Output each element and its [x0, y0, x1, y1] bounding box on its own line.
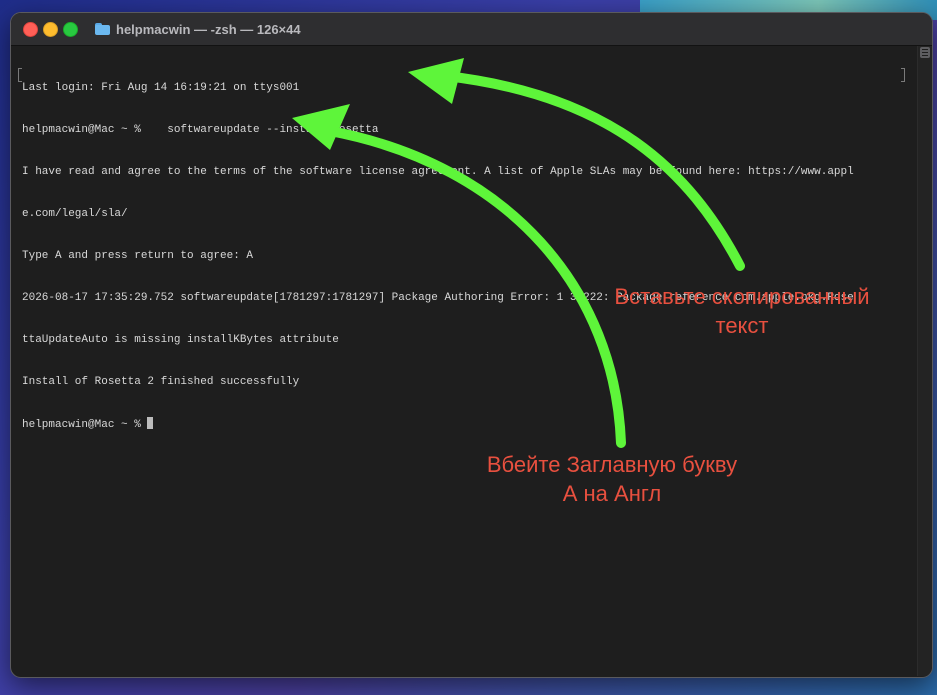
annotation-letter-line2: А на Англ [562, 481, 662, 506]
close-window-button[interactable] [23, 22, 38, 37]
scroll-marker-icon[interactable] [920, 47, 930, 58]
annotation-paste-line1: Вставьте скопированный [614, 284, 870, 309]
terminal-output[interactable]: Last login: Fri Aug 14 16:19:21 on ttys0… [22, 53, 907, 459]
desktop: helpmacwin — -zsh — 126×44 Last login: F… [0, 0, 937, 695]
minimize-window-button[interactable] [43, 22, 58, 37]
text-cursor [147, 417, 154, 429]
title-bar[interactable]: helpmacwin — -zsh — 126×44 [11, 13, 932, 46]
annotation-paste-line2: текст [715, 313, 769, 338]
terminal-prompt-line[interactable]: helpmacwin@Mac ~ % [22, 417, 907, 431]
terminal-line: Last login: Fri Aug 14 16:19:21 on ttys0… [22, 82, 300, 94]
terminal-line: I have read and agree to the terms of th… [22, 166, 854, 178]
terminal-window[interactable]: helpmacwin — -zsh — 126×44 Last login: F… [10, 12, 933, 678]
scrollbar-track[interactable] [917, 46, 932, 676]
window-title: helpmacwin — -zsh — 126×44 [95, 20, 301, 38]
annotation-letter-line1: Вбейте Заглавную букву [486, 452, 738, 477]
annotation-capital-letter: Вбейте Заглавную букву А на Англ [446, 450, 778, 508]
window-title-text: helpmacwin — -zsh — 126×44 [116, 21, 301, 37]
terminal-line: Install of Rosetta 2 finished successful… [22, 376, 300, 388]
folder-icon [95, 23, 110, 35]
terminal-prompt: helpmacwin@Mac ~ % [22, 419, 148, 431]
zoom-window-button[interactable] [63, 22, 78, 37]
annotation-paste-text: Вставьте скопированный текст [576, 282, 908, 340]
terminal-line: e.com/legal/sla/ [22, 208, 128, 220]
terminal-line-agree: Type A and press return to agree: A [22, 250, 254, 262]
terminal-line-command: helpmacwin@Mac ~ % softwareupdate --inst… [22, 124, 379, 136]
